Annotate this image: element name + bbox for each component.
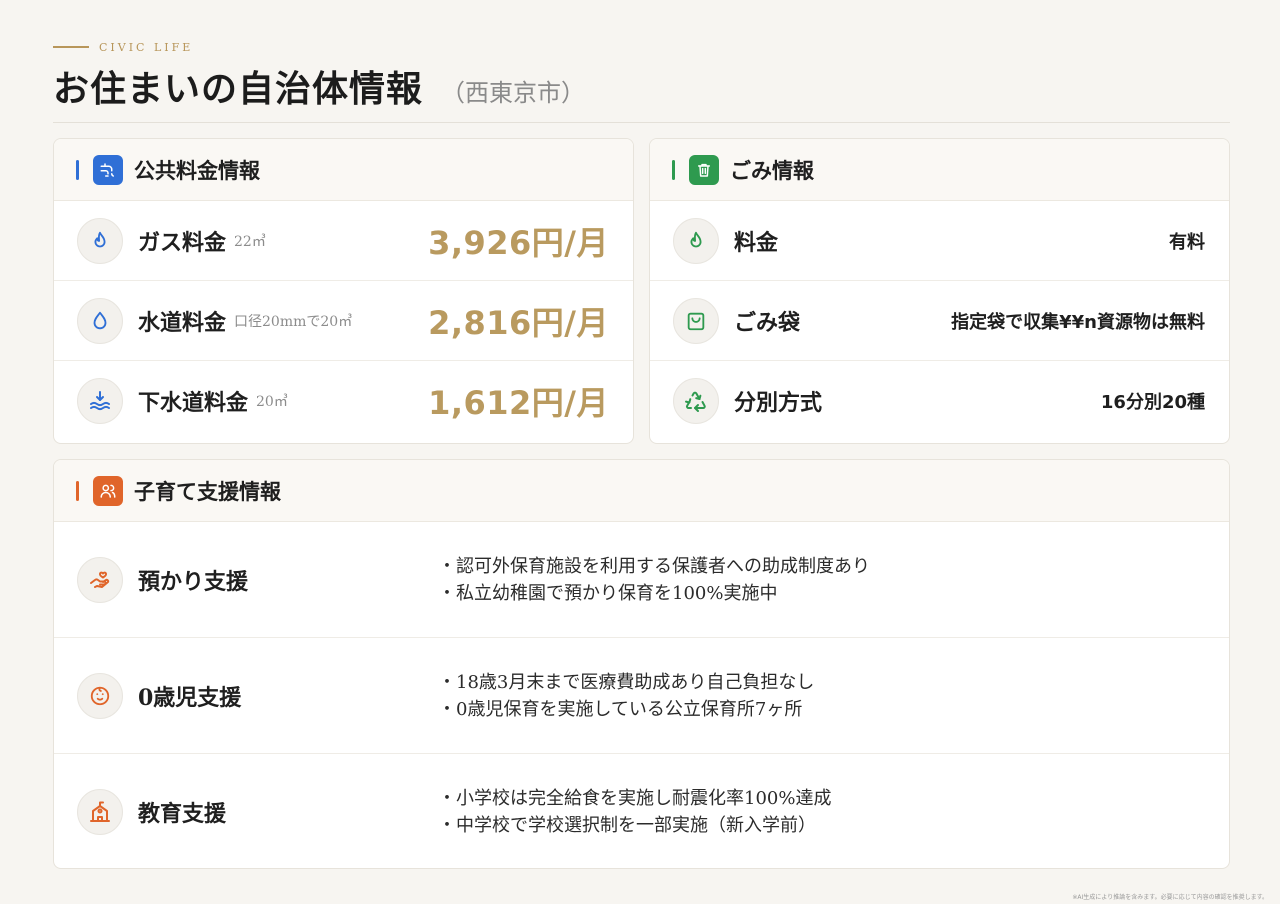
childcare-label: 0歳児支援 bbox=[138, 684, 242, 711]
garbage-row-fee: 料金 有料 bbox=[650, 201, 1229, 281]
water-drop-icon bbox=[77, 297, 123, 344]
school-icon bbox=[77, 789, 123, 835]
utility-row-water: 水道料金 口径20mmで20㎥ 2,816円/月 bbox=[54, 281, 633, 361]
page-title: お住まいの自治体情報 bbox=[53, 68, 424, 110]
accent-bar bbox=[76, 159, 79, 180]
utility-value: 1,612円/月 bbox=[428, 384, 609, 422]
trash-icon bbox=[689, 154, 719, 185]
garbage-value: 16分別20種 bbox=[1100, 392, 1205, 413]
bag-icon bbox=[673, 297, 719, 344]
utilities-title: 公共料金情報 bbox=[134, 157, 260, 183]
utility-label: 下水道料金 bbox=[138, 390, 249, 416]
childcare-label: 預かり支援 bbox=[138, 568, 249, 595]
utility-label: ガス料金 bbox=[138, 229, 227, 256]
divider bbox=[53, 122, 1230, 123]
flame-icon bbox=[673, 217, 719, 264]
utility-note: 口径20mmで20㎥ bbox=[234, 313, 353, 330]
flame-icon bbox=[77, 217, 123, 264]
childcare-row-infant: 0歳児支援 18歳3月末まで医療費助成あり自己負担なし 0歳児保育を実施している… bbox=[54, 638, 1229, 754]
sewage-icon bbox=[77, 378, 123, 424]
childcare-point: 小学校は完全給食を実施し耐震化率100%達成 bbox=[438, 785, 831, 812]
garbage-value: 有料 bbox=[1169, 231, 1205, 253]
childcare-point: 中学校で学校選択制を一部実施（新入学前） bbox=[438, 812, 831, 839]
garbage-label: 分別方式 bbox=[734, 390, 823, 416]
garbage-value: 指定袋で収集¥¥n資源物は無料 bbox=[951, 311, 1205, 333]
page: CIVIC LIFE お住まいの自治体情報 （西東京市） bbox=[53, 38, 1230, 123]
garbage-row-sorting: 分別方式 16分別20種 bbox=[650, 361, 1229, 441]
utility-row-sewage: 下水道料金 20㎥ 1,612円/月 bbox=[54, 361, 633, 441]
garbage-row-bag: ごみ袋 指定袋で収集¥¥n資源物は無料 bbox=[650, 281, 1229, 361]
accent-bar bbox=[672, 159, 675, 180]
utility-label: 水道料金 bbox=[138, 309, 227, 336]
childcare-card-header: 子育て支援情報 bbox=[54, 460, 1229, 522]
recycle-icon bbox=[673, 378, 719, 424]
childcare-points: 18歳3月末まで医療費助成あり自己負担なし 0歳児保育を実施している公立保育所7… bbox=[438, 669, 814, 723]
hand-heart-icon bbox=[77, 556, 123, 603]
childcare-point: 私立幼稚園で預かり保育を100%実施中 bbox=[438, 580, 870, 607]
baby-icon bbox=[77, 672, 123, 719]
childcare-card: 子育て支援情報 預かり支援 認可外保育施設を利用する保護者への助成制度あり 私立… bbox=[53, 459, 1230, 869]
childcare-points: 認可外保育施設を利用する保護者への助成制度あり 私立幼稚園で預かり保育を100%… bbox=[438, 553, 870, 607]
eyebrow: CIVIC LIFE bbox=[53, 38, 1230, 56]
childcare-row-daycare: 預かり支援 認可外保育施設を利用する保護者への助成制度あり 私立幼稚園で預かり保… bbox=[54, 522, 1229, 638]
city-name: （西東京市） bbox=[441, 79, 586, 107]
garbage-label: ごみ袋 bbox=[734, 309, 801, 336]
garbage-card-header: ごみ情報 bbox=[650, 139, 1229, 201]
utility-value: 3,926円/月 bbox=[428, 223, 609, 262]
garbage-title: ごみ情報 bbox=[730, 157, 814, 183]
childcare-title: 子育て支援情報 bbox=[134, 478, 281, 504]
eyebrow-text: CIVIC LIFE bbox=[99, 40, 194, 54]
family-icon bbox=[93, 475, 123, 506]
eyebrow-line bbox=[53, 46, 89, 48]
faucet-icon bbox=[93, 154, 123, 185]
childcare-point: 0歳児保育を実施している公立保育所7ヶ所 bbox=[438, 696, 814, 723]
childcare-label: 教育支援 bbox=[138, 801, 227, 827]
disclaimer: ※AI生成により推論を含みます。必要に応じて内容の確認を推奨します。 bbox=[1072, 894, 1268, 901]
childcare-row-education: 教育支援 小学校は完全給食を実施し耐震化率100%達成 中学校で学校選択制を一部… bbox=[54, 754, 1229, 868]
utility-value: 2,816円/月 bbox=[428, 303, 609, 342]
accent-bar bbox=[76, 480, 79, 501]
childcare-point: 認可外保育施設を利用する保護者への助成制度あり bbox=[438, 553, 870, 580]
garbage-label: 料金 bbox=[734, 229, 779, 256]
utilities-card-header: 公共料金情報 bbox=[54, 139, 633, 201]
utility-note: 20㎥ bbox=[256, 394, 288, 410]
utility-note: 22㎥ bbox=[234, 233, 266, 250]
utilities-card: 公共料金情報 ガス料金 22㎥ 3,926円/月 水道料金 口径20mmで20㎥… bbox=[53, 138, 634, 444]
utility-row-gas: ガス料金 22㎥ 3,926円/月 bbox=[54, 201, 633, 281]
title-row: お住まいの自治体情報 （西東京市） bbox=[53, 60, 1230, 112]
childcare-points: 小学校は完全給食を実施し耐震化率100%達成 中学校で学校選択制を一部実施（新入… bbox=[438, 785, 831, 839]
childcare-point: 18歳3月末まで医療費助成あり自己負担なし bbox=[438, 669, 814, 696]
garbage-card: ごみ情報 料金 有料 ごみ袋 指定袋で収集¥¥n資源物は無料 分別方式 16分別… bbox=[649, 138, 1230, 444]
